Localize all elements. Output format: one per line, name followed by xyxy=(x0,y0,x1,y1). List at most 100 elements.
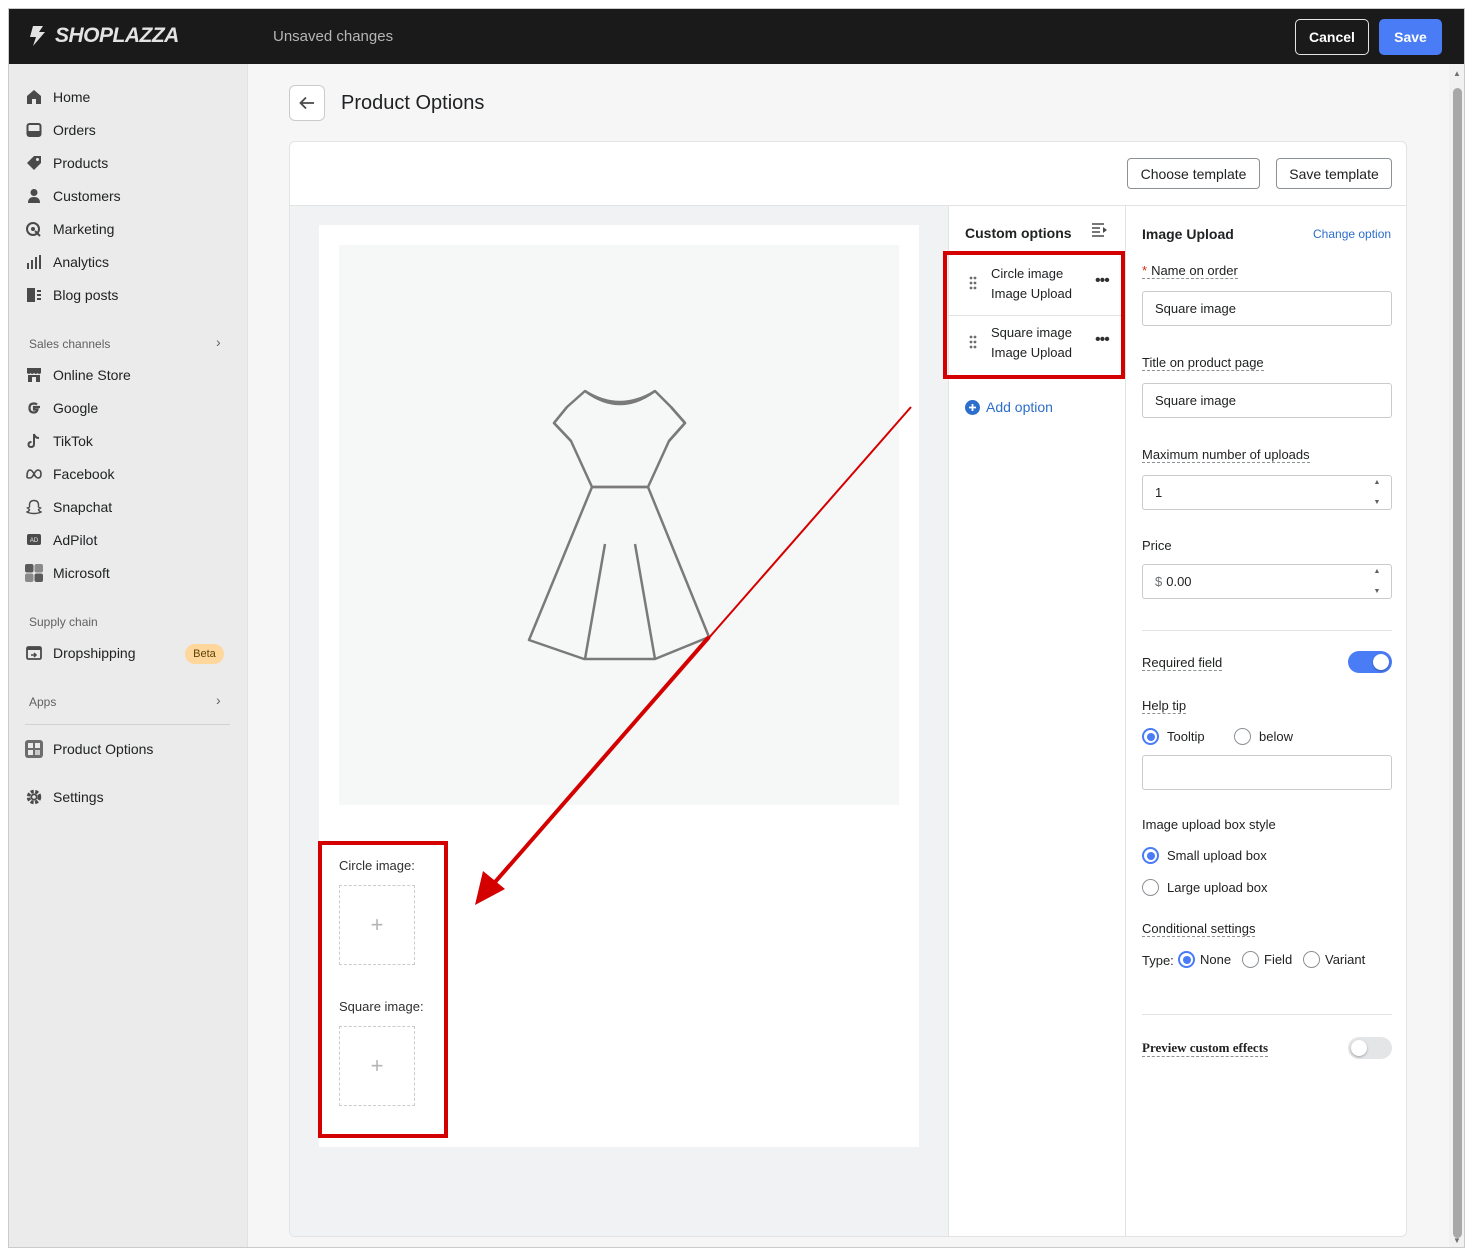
add-option-label: Add option xyxy=(986,399,1053,415)
scroll-up-icon[interactable]: ▲ xyxy=(1453,69,1461,78)
dress-image xyxy=(527,389,711,661)
microsoft-icon xyxy=(25,564,43,582)
back-button[interactable] xyxy=(289,85,325,121)
required-asterisk: * xyxy=(1142,263,1148,278)
tag-icon xyxy=(25,154,43,172)
sidebar-item-label: AdPilot xyxy=(53,532,98,548)
type-none-radio[interactable]: None xyxy=(1178,951,1231,968)
sidebar-item-settings[interactable]: Settings xyxy=(25,784,104,810)
add-option-button[interactable]: Add option xyxy=(965,399,1053,415)
sidebar-item-label: Dropshipping xyxy=(53,645,136,661)
preview-effects-toggle[interactable] xyxy=(1348,1037,1392,1059)
price-input[interactable]: $ 0.00 ▲ ▼ xyxy=(1142,564,1392,599)
list-menu-icon[interactable] xyxy=(1091,223,1109,242)
sidebar-item-label: Blog posts xyxy=(53,287,119,303)
option-settings-panel: Image Upload Change option * Name on orde… xyxy=(1126,206,1406,1236)
number-stepper[interactable]: ▲ ▼ xyxy=(1367,568,1387,595)
max-uploads-input[interactable]: 1 ▲ ▼ xyxy=(1142,475,1392,510)
conditional-settings-label: Conditional settings xyxy=(1142,921,1256,937)
sidebar-item-products[interactable]: Products xyxy=(25,150,108,176)
price-value: 0.00 xyxy=(1166,574,1192,589)
scroll-down-icon[interactable]: ▼ xyxy=(1453,1236,1461,1245)
orders-icon xyxy=(25,121,43,139)
toggle-knob xyxy=(1351,1040,1367,1056)
highlight-box-preview xyxy=(318,841,448,1138)
sidebar-item-analytics[interactable]: Analytics xyxy=(25,249,109,275)
sidebar-item-snapchat[interactable]: Snapchat xyxy=(25,494,112,520)
radio-icon xyxy=(1142,847,1159,864)
sidebar-item-dropshipping[interactable]: Dropshipping xyxy=(25,640,136,666)
chevron-right-icon[interactable]: › xyxy=(216,334,221,350)
cancel-button[interactable]: Cancel xyxy=(1295,19,1369,55)
help-tip-tooltip-radio[interactable]: Tooltip xyxy=(1142,728,1205,745)
caret-down-icon[interactable]: ▼ xyxy=(1374,499,1381,506)
product-image xyxy=(339,245,899,805)
editor-card: Choose template Save template Circle ima… xyxy=(289,141,1407,1237)
sidebar-item-label: Analytics xyxy=(53,254,110,270)
radio-icon xyxy=(1303,951,1320,968)
sidebar-item-customers[interactable]: Customers xyxy=(25,183,121,209)
max-uploads-label: Maximum number of uploads xyxy=(1142,447,1310,463)
divider xyxy=(25,724,230,725)
app-window: SHOPLAZZA Unsaved changes Cancel Save Ho… xyxy=(8,8,1465,1248)
sidebar-item-google[interactable]: Google xyxy=(25,395,98,421)
sidebar: Home Orders Products Customers Marketing… xyxy=(9,64,248,1247)
choose-template-button[interactable]: Choose template xyxy=(1127,158,1260,189)
sidebar-item-online-store[interactable]: Online Store xyxy=(25,362,131,388)
large-upload-box-radio[interactable]: Large upload box xyxy=(1142,879,1267,896)
save-button[interactable]: Save xyxy=(1379,19,1442,55)
dropshipping-icon xyxy=(25,644,43,662)
caret-up-icon[interactable]: ▲ xyxy=(1374,479,1381,486)
sidebar-item-marketing[interactable]: Marketing xyxy=(25,216,114,242)
caret-down-icon[interactable]: ▼ xyxy=(1374,588,1381,595)
required-field-label: Required field xyxy=(1142,655,1223,671)
change-option-link[interactable]: Change option xyxy=(1313,227,1391,241)
sidebar-item-product-options[interactable]: Product Options xyxy=(25,736,153,762)
small-upload-box-radio[interactable]: Small upload box xyxy=(1142,847,1267,864)
sales-channels-title: Sales channels xyxy=(29,337,111,351)
required-field-toggle[interactable] xyxy=(1348,651,1392,673)
type-field-radio[interactable]: Field xyxy=(1242,951,1292,968)
caret-up-icon[interactable]: ▲ xyxy=(1374,568,1381,575)
scrollbar-thumb[interactable] xyxy=(1453,88,1462,1238)
brand-logo[interactable]: SHOPLAZZA xyxy=(27,24,179,48)
sidebar-item-microsoft[interactable]: Microsoft xyxy=(25,560,110,586)
sidebar-item-adpilot[interactable]: AD AdPilot xyxy=(25,527,97,553)
blog-icon xyxy=(25,286,43,304)
sidebar-item-label: Home xyxy=(53,89,91,105)
highlight-box-options xyxy=(943,251,1125,379)
sidebar-item-blog-posts[interactable]: Blog posts xyxy=(25,282,118,308)
radio-icon xyxy=(1142,728,1159,745)
save-template-button[interactable]: Save template xyxy=(1276,158,1392,189)
scrollbar[interactable]: ▲ ▼ xyxy=(1449,64,1464,1247)
google-icon xyxy=(25,399,43,417)
title-on-page-input[interactable]: Square image xyxy=(1142,383,1392,418)
plus-circle-icon xyxy=(965,399,980,415)
chevron-right-icon[interactable]: › xyxy=(216,692,221,708)
custom-options-title: Custom options xyxy=(965,225,1072,241)
sidebar-item-label: Products xyxy=(53,155,109,171)
price-label: Price xyxy=(1142,538,1172,553)
name-on-order-input[interactable]: Square image xyxy=(1142,291,1392,326)
target-icon xyxy=(25,220,43,238)
sidebar-item-home[interactable]: Home xyxy=(25,84,90,110)
shoplazza-logo-icon xyxy=(30,26,45,46)
sidebar-item-orders[interactable]: Orders xyxy=(25,117,96,143)
beta-badge: Beta xyxy=(185,644,224,664)
unsaved-status: Unsaved changes xyxy=(273,28,394,45)
currency-symbol: $ xyxy=(1155,574,1163,589)
bar-chart-icon xyxy=(25,253,43,271)
sidebar-item-label: Snapchat xyxy=(53,499,113,515)
toggle-knob xyxy=(1373,654,1389,670)
gear-icon xyxy=(25,788,43,806)
radio-icon xyxy=(1142,879,1159,896)
type-label: Type: xyxy=(1142,953,1174,968)
sidebar-item-tiktok[interactable]: TikTok xyxy=(25,428,93,454)
number-stepper[interactable]: ▲ ▼ xyxy=(1367,479,1387,506)
sidebar-item-facebook[interactable]: Facebook xyxy=(25,461,114,487)
page-title: Product Options xyxy=(341,92,485,114)
help-tip-input[interactable] xyxy=(1142,755,1392,790)
help-tip-below-radio[interactable]: below xyxy=(1234,728,1293,745)
type-variant-radio[interactable]: Variant xyxy=(1303,951,1365,968)
store-icon xyxy=(25,366,43,384)
